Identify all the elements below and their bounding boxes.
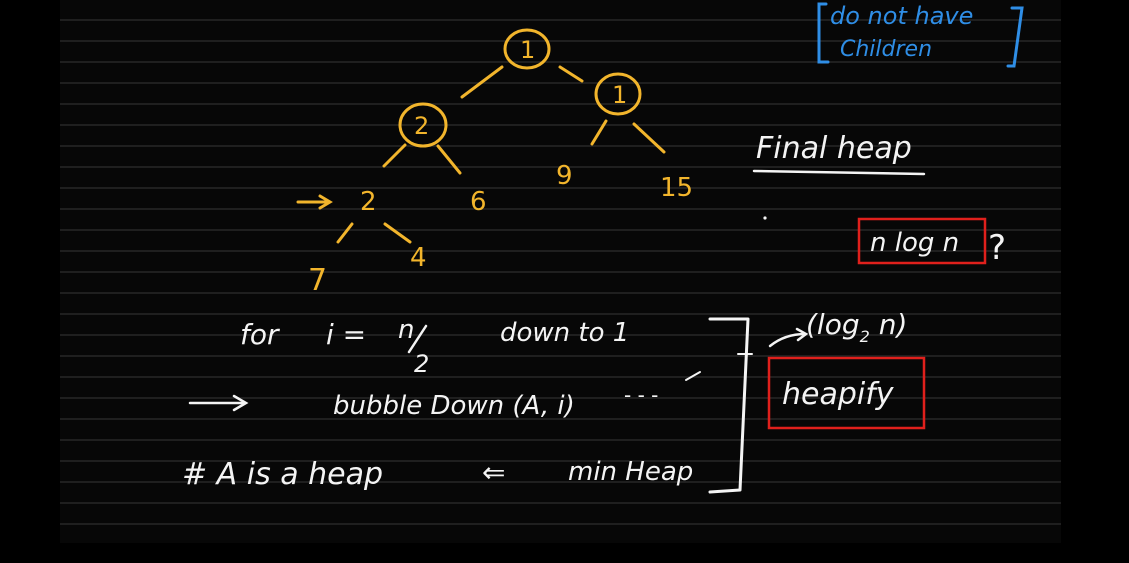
edge-right-rightleft <box>592 121 606 144</box>
final-heap-label: Final heap <box>754 131 924 174</box>
edge-left-leftright <box>438 146 460 173</box>
node-leaf-left: 7 <box>308 263 327 298</box>
code-two: 2 <box>414 350 429 378</box>
log-annotation: (log2 n) <box>770 308 907 346</box>
log-text: (log2 n) <box>806 308 907 346</box>
code-min-heap: min Heap <box>568 457 693 487</box>
code-bubble-down: bubble Down (A, i) <box>333 391 575 421</box>
code-for: for <box>240 318 280 351</box>
top-note-line2: Children <box>840 37 932 62</box>
heapify-box: heapify <box>769 358 924 428</box>
video-frame-right <box>1061 0 1129 559</box>
code-bracket <box>710 319 748 492</box>
heapify-text: heapify <box>782 377 895 412</box>
node-root: 1 <box>520 36 535 64</box>
stray-dot <box>763 216 766 219</box>
edge-ll-leaf4 <box>385 224 410 242</box>
pseudocode: for i = n 2 down to 1 bubble Down (A, i)… <box>182 315 752 492</box>
heap-tree-labels: 1 1 2 2 6 9 15 7 4 <box>308 36 693 298</box>
code-down-to: down to 1 <box>500 318 629 348</box>
n-log-n-box: n log n ? <box>859 219 1006 268</box>
final-heap-underline <box>754 171 924 174</box>
bracket-dash <box>686 372 700 380</box>
whiteboard-drawing: do not have Children 1 1 2 2 6 9 15 7 4 … <box>0 0 1129 559</box>
node-right: 1 <box>612 81 627 109</box>
video-frame-left <box>0 0 60 559</box>
node-right-left: 9 <box>556 161 573 191</box>
edge-ll-leaf7 <box>338 224 352 242</box>
node-left-left: 2 <box>360 187 377 217</box>
whiteboard-canvas: do not have Children 1 1 2 2 6 9 15 7 4 … <box>0 0 1129 559</box>
final-heap-text: Final heap <box>756 131 912 166</box>
question-mark: ? <box>988 228 1006 268</box>
n-log-n-text: n log n <box>870 228 959 258</box>
node-left-right: 6 <box>470 187 487 217</box>
log-suffix: n) <box>870 308 908 341</box>
code-comment: # A is a heap <box>182 457 383 492</box>
edge-root-right <box>560 67 582 81</box>
code-dash: - - - <box>624 383 658 407</box>
top-note: do not have Children <box>819 2 1022 66</box>
log-prefix: (log <box>806 308 860 341</box>
edge-root-left <box>462 67 502 97</box>
top-note-line1: do not have <box>830 2 973 30</box>
edge-left-leftleft <box>384 145 405 166</box>
node-left: 2 <box>414 112 429 140</box>
node-leaf-right: 4 <box>410 243 427 273</box>
code-left-arrow: ⇐ <box>482 456 505 489</box>
edge-right-rightright <box>634 124 664 152</box>
video-frame-bottom <box>0 543 1129 559</box>
code-i-equals: i = <box>326 318 366 351</box>
code-n: n <box>398 315 414 345</box>
log-subscript: 2 <box>860 327 870 346</box>
node-right-right: 15 <box>660 173 693 203</box>
